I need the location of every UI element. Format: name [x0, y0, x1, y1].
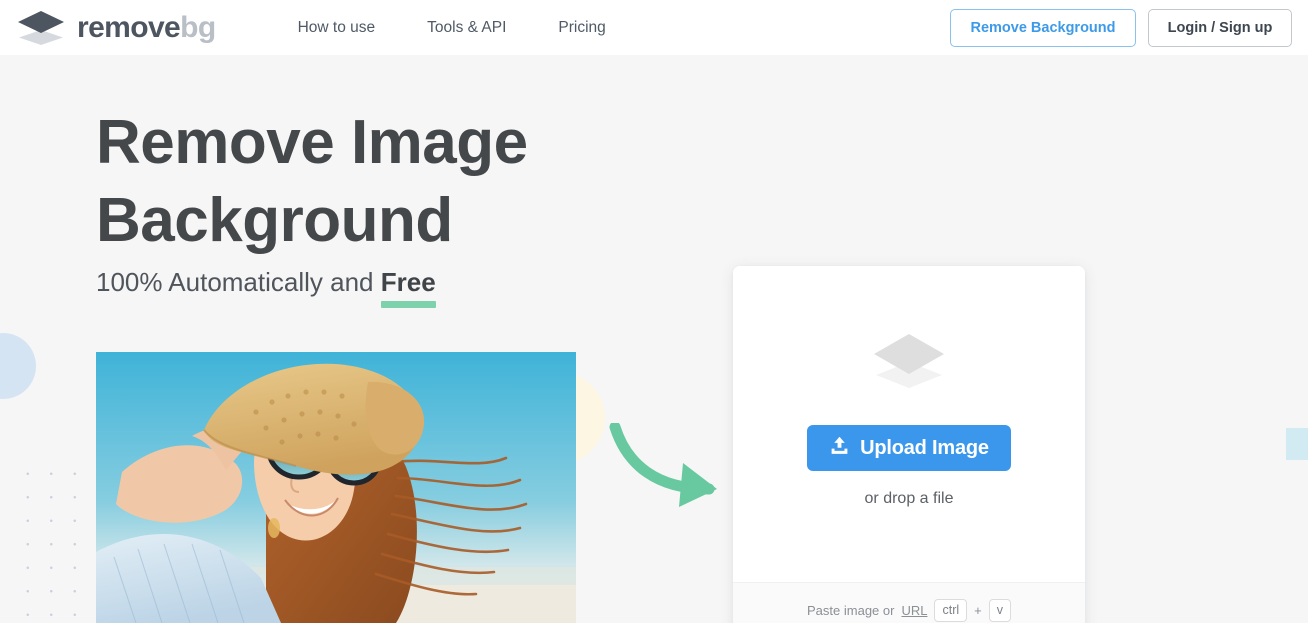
- upload-image-button-label: Upload Image: [860, 436, 989, 459]
- hero-photo: [96, 352, 576, 623]
- brand-word-remove: remove: [77, 10, 181, 44]
- page-title-line-1: Remove Image: [96, 108, 528, 177]
- subtitle-highlight-text: Free: [380, 267, 436, 297]
- layers-diamond-icon: [870, 332, 948, 425]
- nav-how-to-use[interactable]: How to use: [272, 13, 402, 43]
- nav-tools-api[interactable]: Tools & API: [401, 13, 532, 43]
- main-navigation: How to use Tools & API Pricing: [272, 13, 632, 43]
- subtitle-prefix: 100% Automatically and: [96, 267, 381, 297]
- brand-wordmark: removebg: [77, 10, 216, 44]
- hero-section: Remove Image Background 100% Automatical…: [0, 55, 1308, 623]
- key-v: v: [988, 599, 1011, 622]
- curved-arrow-icon: [605, 421, 729, 509]
- paste-hint-text: Paste image or: [807, 603, 894, 618]
- drop-file-hint: or drop a file: [864, 490, 954, 507]
- brand-logo-link[interactable]: removebg: [16, 10, 216, 45]
- site-header: removebg How to use Tools & API Pricing …: [0, 0, 1308, 55]
- page-title-line-2: Background: [96, 186, 453, 255]
- upload-card[interactable]: Upload Image or drop a file Paste image …: [733, 266, 1085, 623]
- nav-pricing[interactable]: Pricing: [532, 13, 631, 43]
- decorative-circle-left: [0, 333, 36, 399]
- header-actions: Remove Background Login / Sign up: [950, 8, 1292, 47]
- file-drop-area[interactable]: Upload Image or drop a file: [733, 266, 1085, 582]
- key-plus-separator: +: [974, 603, 982, 618]
- upload-tray-icon: [829, 435, 850, 462]
- login-signup-button[interactable]: Login / Sign up: [1148, 8, 1292, 47]
- subtitle-highlight-free: Free: [380, 267, 436, 308]
- decorative-square-right: [1286, 428, 1308, 460]
- upload-image-button[interactable]: Upload Image: [807, 425, 1011, 471]
- brand-word-bg: bg: [180, 10, 216, 44]
- paste-url-link[interactable]: URL: [901, 603, 927, 618]
- highlight-underline: [380, 301, 436, 308]
- paste-hint-prefix: Paste image or: [807, 603, 895, 618]
- remove-background-button[interactable]: Remove Background: [950, 8, 1136, 47]
- layers-diamond-icon: [16, 10, 66, 45]
- page-subtitle: 100% Automatically and Free: [96, 267, 436, 308]
- paste-hint-bar: Paste image or URL ctrl + v: [733, 582, 1085, 623]
- key-ctrl: ctrl: [934, 599, 968, 622]
- page-title: Remove Image Background: [96, 104, 716, 260]
